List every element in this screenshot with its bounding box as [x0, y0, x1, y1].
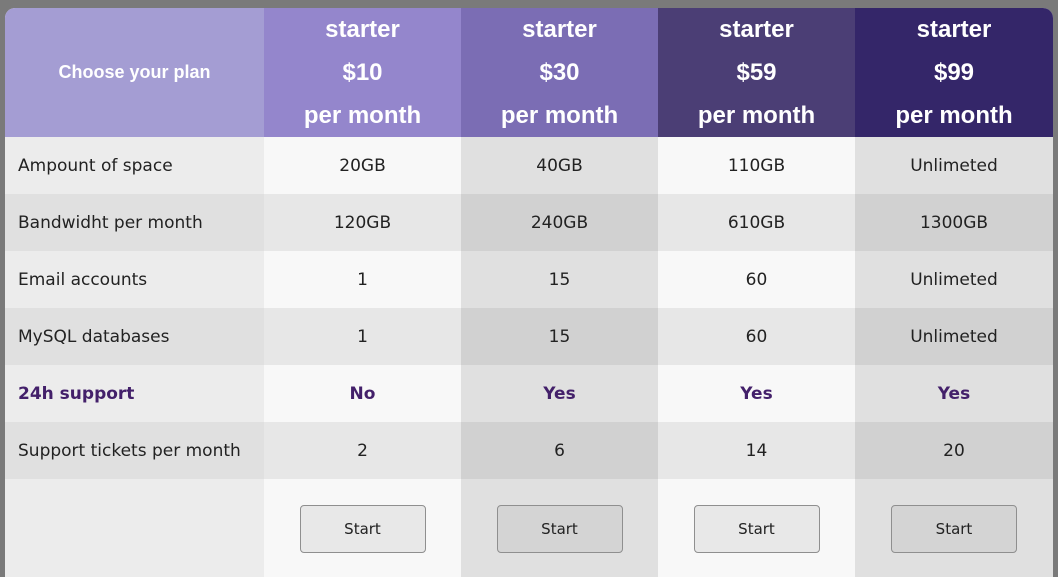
plan-header: starter $59 per month	[658, 8, 855, 137]
feature-value: Yes	[658, 365, 855, 422]
feature-value: Yes	[855, 365, 1053, 422]
table-row: Support tickets per month 2 6 14 20	[5, 422, 1053, 479]
plan-name: starter	[916, 16, 992, 43]
feature-value: Yes	[461, 365, 658, 422]
feature-label: MySQL databases	[5, 308, 264, 365]
table-row: MySQL databases 1 15 60 Unlimeted	[5, 308, 1053, 365]
button-cell: Start	[264, 479, 461, 577]
feature-value: 60	[658, 251, 855, 308]
header-row: Choose your plan starter $10 per month s…	[5, 8, 1053, 137]
pricing-table: Choose your plan starter $10 per month s…	[5, 8, 1053, 577]
feature-value: 2	[264, 422, 461, 479]
plan-price: $59	[736, 59, 777, 86]
table-row: Bandwidht per month 120GB 240GB 610GB 13…	[5, 194, 1053, 251]
pricing-card: Choose your plan starter $10 per month s…	[5, 8, 1053, 577]
feature-value: 610GB	[658, 194, 855, 251]
button-cell: Start	[461, 479, 658, 577]
feature-value: 15	[461, 251, 658, 308]
feature-value: 40GB	[461, 137, 658, 194]
feature-value: 60	[658, 308, 855, 365]
plan-header: starter $99 per month	[855, 8, 1053, 137]
feature-value: 6	[461, 422, 658, 479]
feature-value: Unlimeted	[855, 137, 1053, 194]
start-button[interactable]: Start	[891, 505, 1017, 553]
plan-name: starter	[522, 16, 597, 43]
plan-name: starter	[719, 16, 794, 43]
feature-label: 24h support	[5, 365, 264, 422]
button-cell: Start	[855, 479, 1053, 577]
feature-value: 1300GB	[855, 194, 1053, 251]
table-row-highlight: 24h support No Yes Yes Yes	[5, 365, 1053, 422]
feature-label: Bandwidht per month	[5, 194, 264, 251]
plan-period: per month	[697, 102, 816, 129]
feature-value: No	[264, 365, 461, 422]
feature-label: Support tickets per month	[5, 422, 264, 479]
feature-value: Unlimeted	[855, 308, 1053, 365]
button-cell: Start	[658, 479, 855, 577]
start-button[interactable]: Start	[299, 505, 426, 553]
feature-value: 20	[855, 422, 1053, 479]
feature-label: Email accounts	[5, 251, 264, 308]
plan-period: per month	[303, 102, 422, 129]
plan-price: $10	[342, 59, 383, 86]
plan-period: per month	[500, 102, 619, 129]
start-button[interactable]: Start	[496, 505, 623, 553]
feature-label: Ampount of space	[5, 137, 264, 194]
feature-value: 20GB	[264, 137, 461, 194]
plan-period: per month	[895, 102, 1013, 129]
table-row: Ampount of space 20GB 40GB 110GB Unlimet…	[5, 137, 1053, 194]
button-row: Start Start Start Start	[5, 479, 1053, 577]
choose-plan-heading: Choose your plan	[5, 8, 264, 137]
plan-price: $30	[539, 59, 580, 86]
table-row: Email accounts 1 15 60 Unlimeted	[5, 251, 1053, 308]
plan-header: starter $30 per month	[461, 8, 658, 137]
feature-value: 120GB	[264, 194, 461, 251]
plan-header: starter $10 per month	[264, 8, 461, 137]
feature-value: 240GB	[461, 194, 658, 251]
feature-value: 15	[461, 308, 658, 365]
feature-value: 1	[264, 251, 461, 308]
feature-value: 1	[264, 308, 461, 365]
start-button[interactable]: Start	[693, 505, 820, 553]
plan-price: $99	[933, 59, 975, 86]
feature-value: 110GB	[658, 137, 855, 194]
plan-name: starter	[325, 16, 400, 43]
empty-cell	[5, 479, 264, 577]
feature-value: 14	[658, 422, 855, 479]
feature-value: Unlimeted	[855, 251, 1053, 308]
